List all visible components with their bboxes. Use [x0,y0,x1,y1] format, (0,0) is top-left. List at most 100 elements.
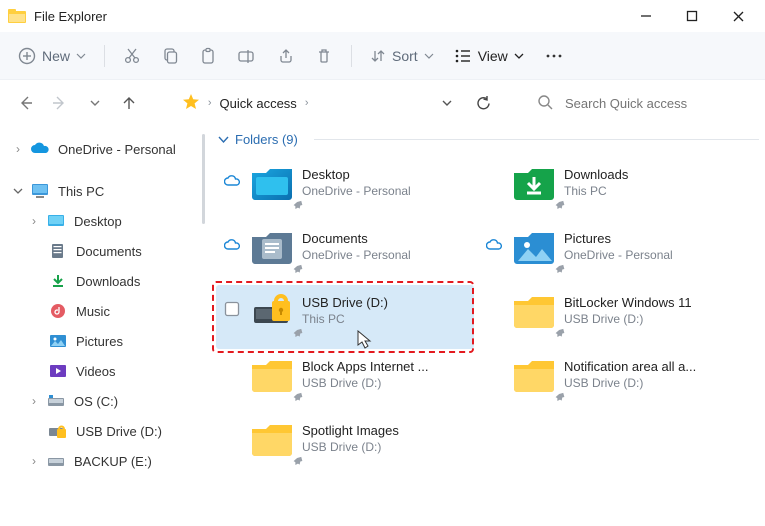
pictures-icon [48,332,68,350]
item-name: Notification area all a... [564,359,696,374]
tree-node-this-pc[interactable]: This PC [4,176,200,206]
rename-button[interactable] [229,39,265,73]
copy-button[interactable] [153,39,187,73]
item-location: USB Drive (D:) [564,312,692,326]
item-location: USB Drive (D:) [302,440,399,454]
delete-button[interactable] [307,39,341,73]
item-name: BitLocker Windows 11 [564,295,692,310]
folder-item[interactable]: BitLocker Windows 11 USB Drive (D:) [478,285,736,349]
folder-icon [248,289,296,333]
folder-item[interactable]: USB Drive (D:)This PC [216,285,474,349]
item-name: Downloads [564,167,628,182]
tree-label: USB Drive (D:) [76,424,162,439]
view-button[interactable]: View [446,39,532,73]
folder-item[interactable]: Notification area all a...USB Drive (D:) [478,349,736,413]
folder-icon [510,289,558,333]
title-bar: File Explorer [0,0,765,32]
tree-node-music[interactable]: Music [4,296,200,326]
folder-icon [248,417,296,461]
recent-locations-button[interactable] [81,89,108,117]
sort-button-label: Sort [392,48,418,64]
folder-item[interactable]: Block Apps Internet ... USB Drive (D:) [216,349,474,413]
tree-node-backup-e[interactable]: › BACKUP (E:) [4,446,200,476]
items-grid: DesktopOneDrive - PersonalDownloadsThis … [216,157,759,477]
paste-button[interactable] [191,39,225,73]
item-location: USB Drive (D:) [302,376,428,390]
search-box[interactable] [527,87,753,119]
folder-icon [248,353,296,397]
cloud-status-icon [484,225,504,251]
chevron-right-icon: › [305,97,309,109]
close-button[interactable] [715,0,761,32]
share-button[interactable] [269,39,303,73]
quick-access-star-icon [182,93,200,114]
chevron-right-icon[interactable]: › [26,214,42,228]
tree-node-usb-d[interactable]: USB Drive (D:) [4,416,200,446]
tree-node-documents[interactable]: Documents [4,236,200,266]
breadcrumb-label[interactable]: Quick access [220,96,297,111]
tree-node-desktop[interactable]: › Desktop [4,206,200,236]
this-pc-icon [30,182,50,200]
cloud-status-icon [222,353,242,367]
new-button[interactable]: New [10,39,94,73]
maximize-button[interactable] [669,0,715,32]
item-name: Spotlight Images [302,423,399,438]
chevron-down-icon[interactable] [10,186,26,196]
group-header-folders[interactable]: Folders (9) [218,132,759,147]
refresh-button[interactable] [469,87,499,119]
checkbox[interactable] [222,289,242,317]
cut-button[interactable] [115,39,149,73]
folder-item[interactable]: Documents OneDrive - Personal [216,221,474,285]
folder-item[interactable]: Spotlight Images USB Drive (D:) [216,413,474,477]
new-button-label: New [42,48,70,64]
item-name: Desktop [302,167,411,182]
folder-icon [510,225,558,269]
item-name: Pictures [564,231,673,246]
item-name: Documents [302,231,411,246]
minimize-button[interactable] [623,0,669,32]
address-bar[interactable]: › Quick access › [176,87,426,119]
chevron-right-icon[interactable]: › [26,454,42,468]
forward-button[interactable] [47,89,74,117]
folder-item[interactable]: DownloadsThis PC [478,157,736,221]
tree-node-downloads[interactable]: Downloads [4,266,200,296]
tree-label: Documents [76,244,142,259]
folder-icon [510,161,558,205]
item-name: Block Apps Internet ... [302,359,428,374]
up-button[interactable] [116,89,143,117]
cloud-status-icon [484,161,504,175]
address-bar-row: › Quick access › [0,80,765,126]
address-dropdown-button[interactable] [434,89,461,117]
sort-button[interactable]: Sort [362,39,442,73]
item-location: OneDrive - Personal [302,248,411,262]
navigation-pane: › OneDrive - Personal This PC › Desktop … [0,126,200,526]
item-location: OneDrive - Personal [564,248,673,262]
more-button[interactable] [536,39,572,73]
search-icon [537,94,553,113]
drive-icon [46,452,66,470]
tree-node-pictures[interactable]: Pictures [4,326,200,356]
folder-item[interactable]: DesktopOneDrive - Personal [216,157,474,221]
videos-icon [48,362,68,380]
back-button[interactable] [12,89,39,117]
folder-icon [510,353,558,397]
command-bar: New Sort View [0,32,765,80]
tree-label: Music [76,304,110,319]
drive-icon [46,392,66,410]
chevron-right-icon: › [208,97,212,109]
chevron-right-icon[interactable]: › [10,142,26,156]
tree-node-videos[interactable]: Videos [4,356,200,386]
music-icon [48,302,68,320]
tree-label: Desktop [74,214,122,229]
cloud-status-icon [222,417,242,431]
folder-item[interactable]: Pictures OneDrive - Personal [478,221,736,285]
chevron-right-icon[interactable]: › [26,394,42,408]
tree-node-onedrive[interactable]: › OneDrive - Personal [4,134,200,164]
downloads-icon [48,272,68,290]
group-header-label: Folders (9) [235,132,298,147]
search-input[interactable] [563,95,743,112]
tree-label: Downloads [76,274,140,289]
tree-label: BACKUP (E:) [74,454,152,469]
tree-node-os-c[interactable]: › OS (C:) [4,386,200,416]
tree-label: This PC [58,184,104,199]
